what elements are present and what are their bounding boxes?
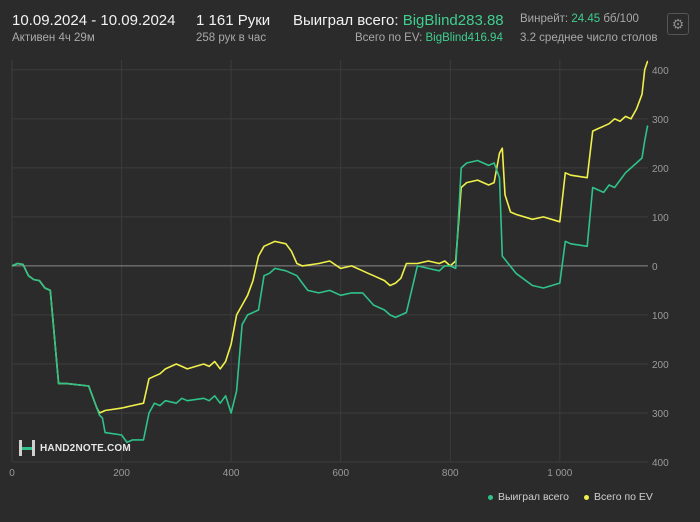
winrate-label: Винрейт: xyxy=(520,13,569,25)
hands-count: 1 161 Руки xyxy=(196,12,271,29)
y-tick-label: 400 xyxy=(652,66,669,77)
series-line-won xyxy=(11,125,649,444)
active-time: Активен 4ч 29м xyxy=(12,32,95,44)
y-tick-label: 200 xyxy=(652,360,669,371)
y-tick-label: 0 xyxy=(652,262,658,273)
y-tick-label: 200 xyxy=(652,164,669,175)
gear-icon: ⚙ xyxy=(671,15,685,32)
date-range: 10.09.2024 - 10.09.2024 xyxy=(12,12,176,29)
winrate: Винрейт: 24.45 бб/100 xyxy=(520,13,639,25)
y-axis-ticks: 400 300 200 100 0 100 200 300 400 xyxy=(652,66,669,469)
logo-text: HAND2NOTE.COM xyxy=(40,442,131,454)
legend-label-won: Выиграл всего xyxy=(498,491,569,503)
legend-item-won[interactable]: Выиграл всего xyxy=(488,491,569,503)
x-tick-label: 600 xyxy=(332,468,349,479)
y-tick-label: 300 xyxy=(652,409,669,420)
won-total-label: Выиграл всего: xyxy=(293,12,399,29)
settings-button[interactable]: ⚙ xyxy=(667,13,689,35)
hand2note-logo: HAND2NOTE.COM xyxy=(18,439,131,457)
winrate-unit: бб/100 xyxy=(603,13,639,25)
ev-total-value: BigBlind416.94 xyxy=(425,32,503,44)
won-total-value: BigBlind283.88 xyxy=(402,12,504,29)
legend-item-ev[interactable]: Всего по EV xyxy=(584,491,653,503)
ev-total: Всего по EV: BigBlind416.94 xyxy=(355,32,503,44)
h2n-logo-icon xyxy=(19,440,35,456)
y-tick-label: 100 xyxy=(652,213,669,224)
x-axis-ticks: 0 200 400 600 800 1 000 xyxy=(9,468,573,479)
winrate-value: 24.45 xyxy=(571,13,601,25)
hands-per-hour: 258 рук в час xyxy=(196,32,267,44)
y-tick-label: 400 xyxy=(652,458,669,469)
x-tick-label: 400 xyxy=(223,468,240,479)
avg-tables: 3.2 среднее число столов xyxy=(520,32,658,44)
legend-dot-ev xyxy=(584,494,589,500)
y-tick-label: 100 xyxy=(652,311,669,322)
x-tick-label: 1 000 xyxy=(547,468,572,479)
legend-label-ev: Всего по EV xyxy=(594,491,653,503)
y-tick-label: 300 xyxy=(652,115,669,126)
series-line-ev xyxy=(11,60,649,414)
x-tick-label: 200 xyxy=(113,468,130,479)
ev-total-label: Всего по EV: xyxy=(355,32,423,44)
legend-dot-won xyxy=(488,494,493,500)
x-tick-label: 800 xyxy=(442,468,459,479)
x-tick-label: 0 xyxy=(9,468,15,479)
stats-header: 10.09.2024 - 10.09.2024 Активен 4ч 29м 1… xyxy=(0,0,700,56)
won-total: Выиграл всего: BigBlind283.88 xyxy=(293,12,504,29)
